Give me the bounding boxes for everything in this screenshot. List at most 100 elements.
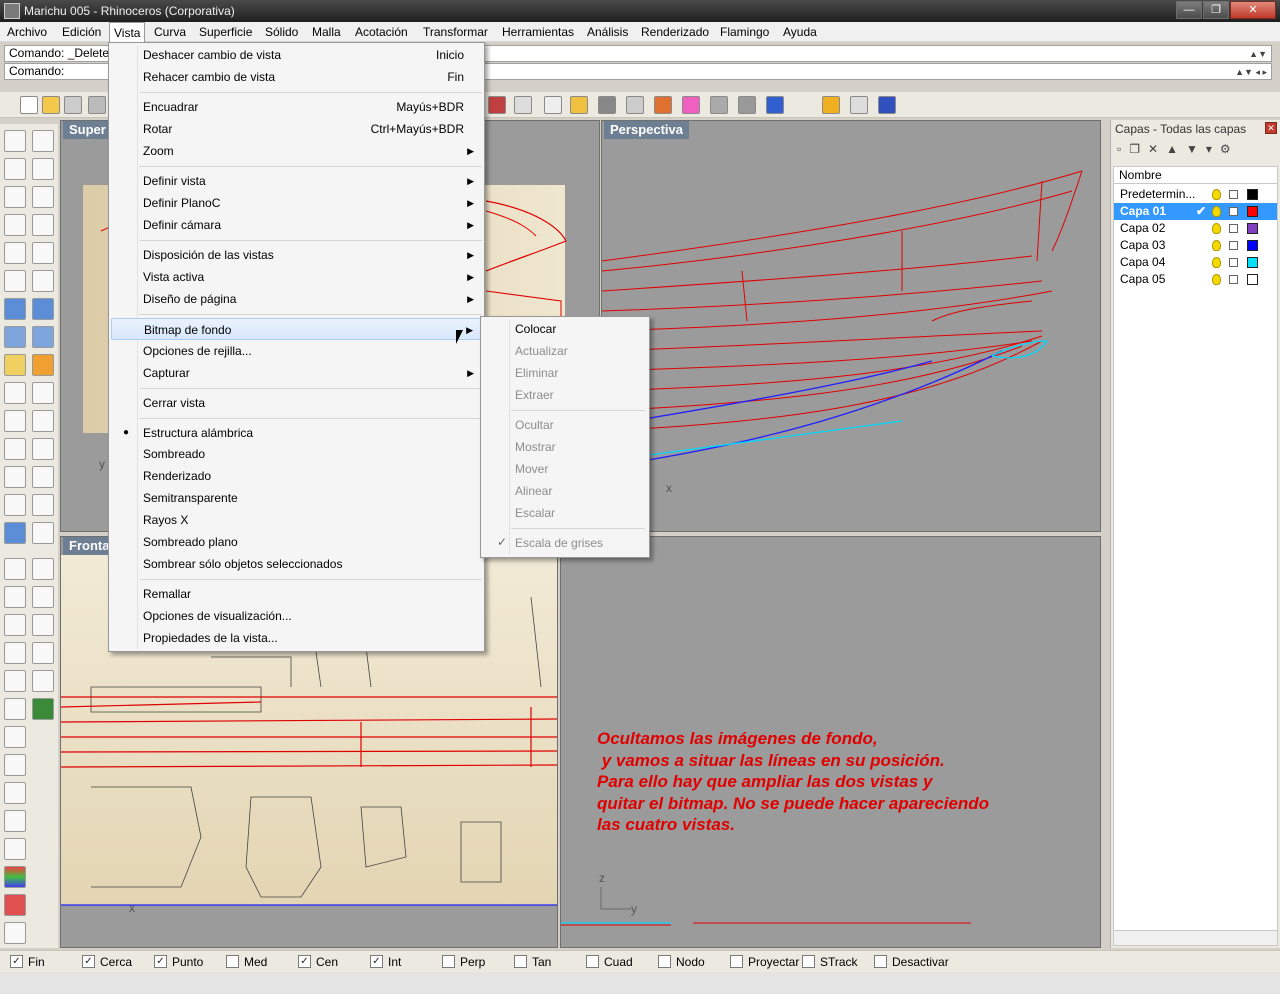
help-icon[interactable] (878, 96, 896, 114)
menu-item-definir-planoc[interactable]: Definir PlanoC ▶ (111, 192, 482, 214)
cplane-icon[interactable] (32, 558, 54, 580)
select-arrow-icon[interactable] (4, 130, 26, 152)
arc-icon[interactable] (4, 214, 26, 236)
layer-color-swatch[interactable] (1247, 189, 1258, 200)
viewport-perspective[interactable]: Perspectiva x (601, 120, 1101, 532)
polyline-icon[interactable] (4, 158, 26, 180)
zebra-icon[interactable] (4, 866, 26, 888)
menu-item-definir-vista[interactable]: Definir vista ▶ (111, 170, 482, 192)
checkbox-icon[interactable] (658, 955, 671, 968)
rectangle-icon[interactable] (32, 214, 54, 236)
menu-edicion[interactable]: Edición (58, 22, 105, 42)
menu-solido[interactable]: Sólido (261, 22, 302, 42)
command-nav-icons[interactable]: ▲▼ ◂ ▸ (1235, 65, 1267, 80)
menu-herramientas[interactable]: Herramientas (498, 22, 578, 42)
text-icon[interactable] (4, 466, 26, 488)
checkbox-icon[interactable] (226, 955, 239, 968)
material-icon[interactable] (710, 96, 728, 114)
light-icon[interactable] (822, 96, 840, 114)
checkbox-icon[interactable]: ✓ (370, 955, 383, 968)
car-render-icon[interactable] (488, 96, 506, 114)
surface-icon[interactable] (4, 270, 26, 292)
menu-item-encuadrar[interactable]: Encuadrar Mayús+BDR (111, 96, 482, 118)
new-file-icon[interactable] (20, 96, 38, 114)
menu-item-sombrear-seleccionados[interactable]: Sombrear sólo objetos seleccionados (111, 553, 482, 575)
zoom-icon[interactable] (4, 614, 26, 636)
checkbox-icon[interactable] (586, 955, 599, 968)
layer-horizontal-scrollbar[interactable] (1113, 930, 1278, 946)
question-points-icon[interactable] (4, 782, 26, 804)
menu-item-rayos-x[interactable]: Rayos X (111, 509, 482, 531)
menu-item-bitmap-fondo[interactable]: Bitmap de fondo ▶ (111, 318, 482, 340)
save-icon[interactable] (88, 96, 106, 114)
lock-icon[interactable] (1229, 190, 1238, 199)
split-icon[interactable] (32, 354, 54, 376)
array-icon[interactable] (4, 494, 26, 516)
menu-item-estructura-alambrica[interactable]: ● Estructura alámbrica (111, 422, 482, 444)
menu-item-sombreado[interactable]: Sombreado (111, 443, 482, 465)
layer-row[interactable]: Capa 04 (1114, 254, 1277, 271)
view-icon[interactable] (32, 586, 54, 608)
menu-item-cerrar-vista[interactable]: Cerrar vista (111, 392, 482, 414)
bulb-icon[interactable] (1212, 223, 1221, 234)
menu-item-rehacer-vista[interactable]: Rehacer cambio de vista Fin (111, 66, 482, 88)
menu-item-renderizado[interactable]: Renderizado (111, 465, 482, 487)
checkbox-icon[interactable]: ✓ (10, 955, 23, 968)
explode-icon[interactable] (4, 354, 26, 376)
checkbox-icon[interactable]: ✓ (154, 955, 167, 968)
options-icon[interactable] (850, 96, 868, 114)
menu-flamingo[interactable]: Flamingo (716, 22, 773, 42)
menu-item-vista-activa[interactable]: Vista activa ▶ (111, 266, 482, 288)
lock-icon[interactable] (1229, 241, 1238, 250)
menu-item-opciones-visualizacion[interactable]: Opciones de visualización... (111, 605, 482, 627)
checkbox-icon[interactable] (442, 955, 455, 968)
curvature-icon[interactable] (4, 670, 26, 692)
layer-column-header[interactable]: Nombre (1113, 166, 1278, 184)
control-point-icon[interactable] (4, 698, 26, 720)
menu-curva[interactable]: Curva (150, 22, 190, 42)
xyz-icon[interactable] (4, 586, 26, 608)
fillet-icon[interactable] (32, 242, 54, 264)
menu-archivo[interactable]: Archivo (3, 22, 51, 42)
cylinder-icon[interactable] (4, 326, 26, 348)
menu-item-rotar[interactable]: Rotar Ctrl+Mayús+BDR (111, 118, 482, 140)
sphere-icon[interactable] (32, 298, 54, 320)
plane-icon[interactable] (32, 326, 54, 348)
menu-superficie[interactable]: Superficie (195, 22, 256, 42)
measure-icon[interactable] (4, 642, 26, 664)
gumball-icon[interactable] (4, 810, 26, 832)
print-icon[interactable] (64, 96, 82, 114)
layer-color-swatch[interactable] (1247, 240, 1258, 251)
layer-row[interactable]: Capa 05 (1114, 271, 1277, 288)
layer-color-swatch[interactable] (1247, 274, 1258, 285)
circle-icon[interactable] (4, 186, 26, 208)
cube-color-icon[interactable] (4, 894, 26, 916)
checkbox-icon[interactable] (514, 955, 527, 968)
bulb-icon[interactable] (1212, 206, 1221, 217)
cup-icon[interactable] (598, 96, 616, 114)
pan-icon[interactable] (32, 614, 54, 636)
analyze-icon[interactable] (32, 670, 54, 692)
menu-item-propiedades-vista[interactable]: Propiedades de la vista... (111, 627, 482, 649)
menu-vista[interactable]: Vista (109, 22, 146, 42)
menu-ayuda[interactable]: Ayuda (779, 22, 821, 42)
menu-item-capturar[interactable]: Capturar ▶ (111, 362, 482, 384)
rebuild-icon[interactable] (4, 754, 26, 776)
solid-icon[interactable] (4, 522, 26, 544)
loft-icon[interactable] (32, 270, 54, 292)
close-button[interactable]: ✕ (1230, 1, 1276, 19)
rotate-icon[interactable] (4, 438, 26, 460)
lock-icon[interactable] (1229, 207, 1238, 216)
shaded-icon[interactable] (766, 96, 784, 114)
menu-item-deshacer-vista[interactable]: Deshacer cambio de vista Inicio (111, 44, 482, 66)
menu-acotacion[interactable]: Acotación (351, 22, 412, 42)
viewport-perspective-title[interactable]: Perspectiva (604, 121, 689, 139)
curve-icon[interactable] (32, 158, 54, 180)
close-icon[interactable]: ✕ (1265, 122, 1277, 134)
menu-transformar[interactable]: Transformar (419, 22, 492, 42)
checkbox-icon[interactable] (874, 955, 887, 968)
menu-item-diseno-pagina[interactable]: Diseño de página ▶ (111, 288, 482, 310)
layer-row[interactable]: Capa 02 (1114, 220, 1277, 237)
checkbox-icon[interactable] (730, 955, 743, 968)
join-icon[interactable] (32, 382, 54, 404)
